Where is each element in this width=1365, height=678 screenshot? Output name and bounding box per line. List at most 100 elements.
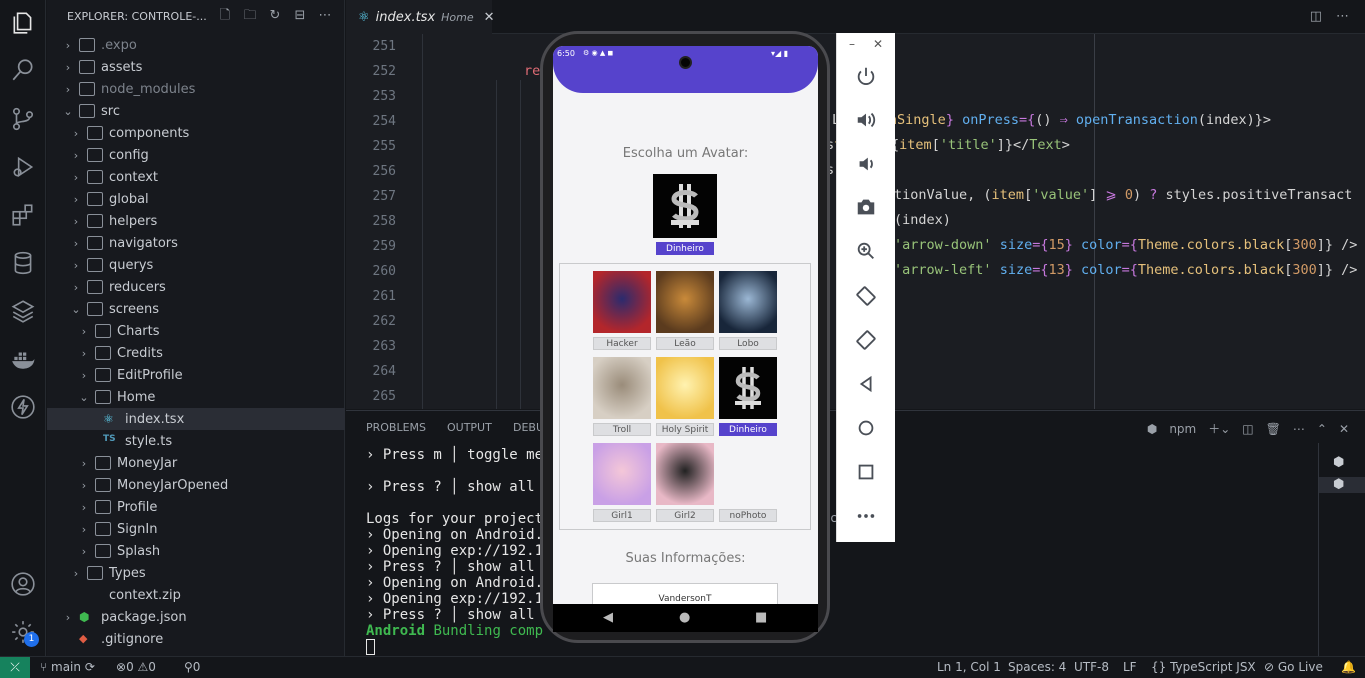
tab-output[interactable]: OUTPUT [447,421,492,434]
tree-item[interactable]: › ⬢ package.json [47,606,345,628]
screenshot-camera-icon[interactable] [855,196,877,218]
minimize-icon[interactable]: – [849,37,855,51]
terminal-name[interactable]: npm [1169,422,1196,436]
run-debug-icon[interactable] [10,154,36,180]
branch-status[interactable]: ⑂ main ⟳ [40,660,95,674]
volume-up-icon[interactable] [855,109,877,131]
ports-status[interactable]: ⚲0 [184,660,200,674]
tree-item[interactable]: › config [47,144,345,166]
nav-recents-icon[interactable]: ■ [755,610,767,625]
tree-item[interactable]: › components [47,122,345,144]
docker-icon[interactable] [10,346,36,372]
emulator-more-icon[interactable] [855,505,877,527]
tree-item[interactable]: ◆ .gitignore [47,628,345,650]
tree-item[interactable]: › context [47,166,345,188]
account-icon[interactable] [10,571,36,597]
split-terminal-icon[interactable]: ◫ [1242,422,1253,436]
avatar-hacker-image[interactable] [593,271,651,333]
tree-item[interactable]: ⌄ src [47,100,345,122]
cursor-position[interactable]: Ln 1, Col 1 [937,660,1001,674]
tree-item[interactable]: › helpers [47,210,345,232]
tree-item[interactable]: › Types [47,562,345,584]
volume-down-icon[interactable] [855,153,877,175]
database-icon[interactable] [10,250,36,276]
maximize-panel-icon[interactable]: ⌃ [1317,422,1327,436]
tree-item[interactable]: › EditProfile [47,364,345,386]
status-notification-icons: ⚙ ◉ ▲ ◼ [583,49,614,57]
tree-item[interactable]: › global [47,188,345,210]
tab-index-tsx[interactable]: ⚛ index.tsx Home ✕ [346,0,495,34]
collapse-all-icon[interactable]: ⊟ [292,8,308,24]
back-icon[interactable] [855,373,877,395]
layers-icon[interactable] [10,298,36,324]
tree-item[interactable]: › MoneyJar [47,452,345,474]
avatar-lobo-image[interactable] [719,271,777,333]
new-file-icon[interactable]: 🗋 [217,8,233,24]
home-icon[interactable] [855,417,877,439]
avatar-girl2-image[interactable] [656,443,714,505]
panel-more-icon[interactable]: ⋯ [1293,422,1305,436]
tree-item[interactable]: › Credits [47,342,345,364]
terminal-instance-active-icon[interactable]: ⬢ [1319,477,1365,493]
tree-item[interactable]: › reducers [47,276,345,298]
avatar-dinheiro-image[interactable] [719,357,777,419]
language-mode[interactable]: {} TypeScript JSX [1151,660,1256,674]
new-terminal-icon[interactable]: ＋⌄ [1208,420,1230,437]
rotate-left-icon[interactable] [855,285,877,307]
avatar-holy-spirit-image[interactable] [656,357,714,419]
tree-item[interactable]: › querys [47,254,345,276]
tree-item[interactable]: › assets [47,56,345,78]
close-panel-icon[interactable]: ✕ [1339,422,1349,436]
editor-more-icon[interactable]: ⋯ [1336,9,1349,24]
explorer-icon[interactable] [10,10,36,36]
close-emulator-icon[interactable]: ✕ [873,37,883,51]
problems-status[interactable]: ⊗0 ⚠0 [116,660,156,674]
lightning-icon[interactable] [10,394,36,420]
close-tab-icon[interactable]: ✕ [484,10,495,25]
notifications-bell-icon[interactable]: 🔔 [1341,660,1356,674]
tree-item[interactable]: ⚛ index.tsx [47,408,345,430]
tree-item[interactable]: context.zip [47,584,345,606]
avatar-girl1-image[interactable] [593,443,651,505]
android-emulator-phone: 6:50 ⚙ ◉ ▲ ◼ ▾◢ ▮ Escolha um Avatar: Din… [540,31,830,643]
avatar-nophoto-image[interactable] [719,443,777,505]
tab-problems[interactable]: PROBLEMS [366,421,426,434]
indentation[interactable]: Spaces: 4 [1008,660,1066,674]
tree-item[interactable]: › node_modules [47,78,345,100]
tree-item[interactable]: › navigators [47,232,345,254]
tree-item[interactable]: › Charts [47,320,345,342]
go-live-button[interactable]: ⊘ Go Live [1264,660,1323,674]
power-icon[interactable] [855,65,877,87]
tree-item[interactable]: › Profile [47,496,345,518]
rotate-right-icon[interactable] [855,329,877,351]
zoom-icon[interactable] [855,240,877,262]
extensions-icon[interactable] [10,202,36,228]
tree-item[interactable]: › SignIn [47,518,345,540]
encoding[interactable]: UTF-8 [1074,660,1109,674]
react-icon: ⚛ [358,9,370,25]
tree-item[interactable]: TS style.ts [47,430,345,452]
tree-item[interactable]: › Splash [47,540,345,562]
avatar-leao-image[interactable] [656,271,714,333]
tree-item[interactable]: › MoneyJarOpened [47,474,345,496]
terminal-instance-icon[interactable]: ⬢ [1333,455,1349,471]
tree-item[interactable]: ⌄ screens [47,298,345,320]
more-actions-icon[interactable]: ⋯ [317,8,333,24]
refresh-icon[interactable]: ↻ [267,8,283,24]
kill-terminal-icon[interactable]: 🗑 [1266,422,1281,436]
search-icon[interactable] [10,57,36,83]
new-folder-icon[interactable]: 🗀 [242,8,258,24]
nav-home-icon[interactable]: ● [679,610,690,625]
tree-item[interactable]: › .expo [47,34,345,56]
remote-indicator-icon[interactable]: ⤫ [0,657,30,678]
folder-icon [95,456,111,470]
nav-back-icon[interactable]: ◀ [603,610,613,625]
tree-item[interactable]: ⌄ Home [47,386,345,408]
split-editor-icon[interactable]: ◫ [1310,9,1322,24]
end-of-line[interactable]: LF [1123,660,1137,674]
selected-avatar-image[interactable] [653,174,717,238]
avatar-troll-image[interactable] [593,357,651,419]
source-control-icon[interactable] [10,106,36,132]
username-input[interactable]: VandersonT [592,583,778,604]
overview-icon[interactable] [855,461,877,483]
